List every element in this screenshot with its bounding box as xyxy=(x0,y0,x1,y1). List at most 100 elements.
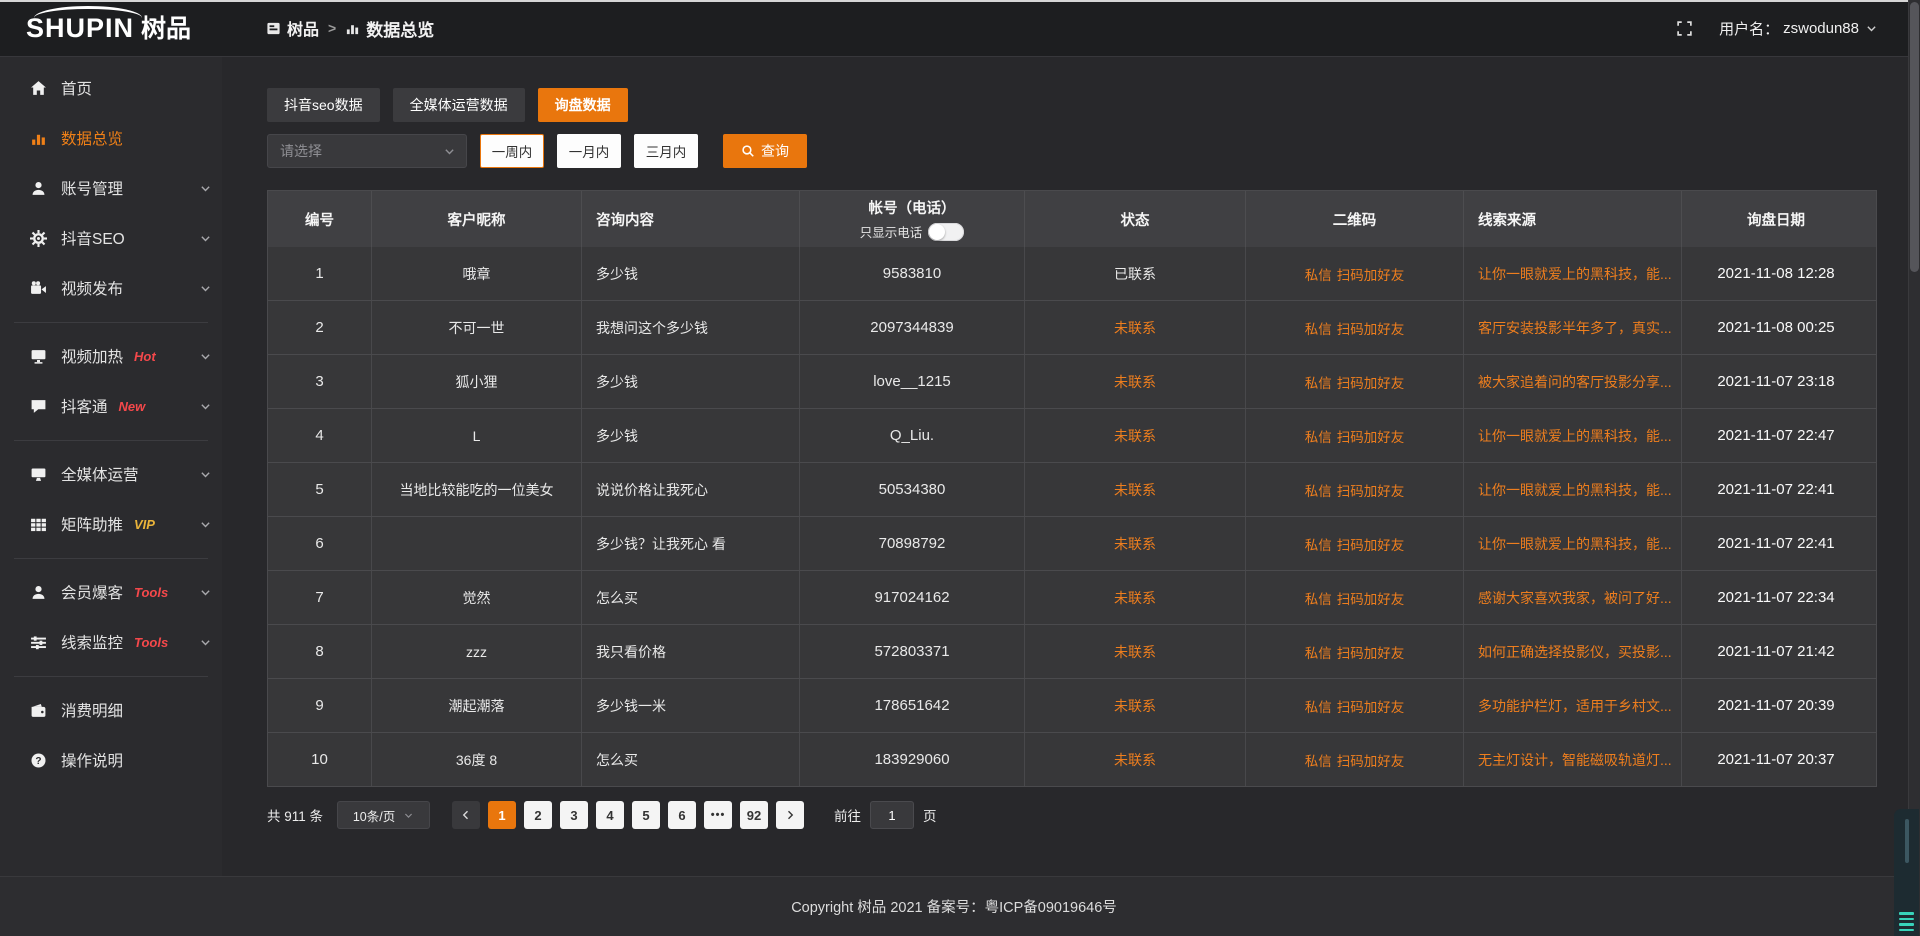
sidebar-item-label: 会员爆客 xyxy=(61,581,123,603)
private-message-link[interactable]: 私信 xyxy=(1305,588,1332,608)
page-scrollbar[interactable] xyxy=(1908,0,1920,936)
phone-only-toggle[interactable] xyxy=(928,223,964,241)
private-message-link[interactable]: 私信 xyxy=(1305,642,1332,662)
cell-status: 未联系 xyxy=(1025,355,1246,408)
scan-add-friend-link[interactable]: 扫码加好友 xyxy=(1337,264,1405,284)
page-button-6[interactable]: 6 xyxy=(668,801,696,829)
search-icon xyxy=(741,144,755,158)
select-placeholder: 请选择 xyxy=(280,141,443,161)
cell-nickname: 狐小狸 xyxy=(372,355,582,408)
next-page-button[interactable] xyxy=(776,801,804,829)
page-button-3[interactable]: 3 xyxy=(560,801,588,829)
lead-source-link[interactable]: 让你一眼就爱上的黑科技，能... xyxy=(1478,480,1672,500)
private-message-link[interactable]: 私信 xyxy=(1305,696,1332,716)
cell-no: 4 xyxy=(268,409,372,462)
scan-add-friend-link[interactable]: 扫码加好友 xyxy=(1337,642,1405,662)
widget-bars xyxy=(1899,912,1914,931)
private-message-link[interactable]: 私信 xyxy=(1305,480,1332,500)
page-button-4[interactable]: 4 xyxy=(596,801,624,829)
sidebar-item-抖音SEO[interactable]: 抖音SEO xyxy=(0,213,222,263)
scan-add-friend-link[interactable]: 扫码加好友 xyxy=(1337,534,1405,554)
page-button-92[interactable]: 92 xyxy=(740,801,768,829)
scan-add-friend-link[interactable]: 扫码加好友 xyxy=(1337,426,1405,446)
lead-source-link[interactable]: 无主灯设计，智能磁吸轨道灯... xyxy=(1478,750,1672,770)
page-button-1[interactable]: 1 xyxy=(488,801,516,829)
scan-add-friend-link[interactable]: 扫码加好友 xyxy=(1337,696,1405,716)
range-button-三月内[interactable]: 三月内 xyxy=(634,134,698,168)
lead-source-link[interactable]: 让你一眼就爱上的黑科技，能... xyxy=(1478,426,1672,446)
sidebar-item-label: 矩阵助推 xyxy=(61,513,123,535)
monitor-icon xyxy=(28,466,48,483)
range-button-一月内[interactable]: 一月内 xyxy=(557,134,621,168)
sidebar-item-全媒体运营[interactable]: 全媒体运营 xyxy=(0,449,222,499)
page-ellipsis[interactable]: ••• xyxy=(704,801,732,829)
lead-source-link[interactable]: 多功能护栏灯，适用于乡村文... xyxy=(1478,696,1672,716)
sidebar-item-视频发布[interactable]: 视频发布 xyxy=(0,263,222,313)
private-message-link[interactable]: 私信 xyxy=(1305,750,1332,770)
cell-account: 917024162 xyxy=(800,571,1025,624)
prev-page-button[interactable] xyxy=(452,801,480,829)
user-menu[interactable]: 用户名： zswodun88 xyxy=(1719,18,1878,39)
sidebar-item-账号管理[interactable]: 账号管理 xyxy=(0,163,222,213)
private-message-link[interactable]: 私信 xyxy=(1305,264,1332,284)
topbar-right: 用户名： zswodun88 xyxy=(1676,18,1908,39)
chevron-down-icon xyxy=(199,400,212,413)
sidebar-item-label: 线索监控 xyxy=(61,631,123,653)
sidebar-item-消费明细[interactable]: 消费明细 xyxy=(0,685,222,735)
sidebar-item-label: 操作说明 xyxy=(61,749,123,771)
sidebar: 首页数据总览账号管理抖音SEO视频发布视频加热Hot抖客通New全媒体运营矩阵助… xyxy=(0,57,222,936)
scan-add-friend-link[interactable]: 扫码加好友 xyxy=(1337,480,1405,500)
sidebar-item-首页[interactable]: 首页 xyxy=(0,63,222,113)
sidebar-divider xyxy=(14,322,208,323)
lead-source-link[interactable]: 如何正确选择投影仪，买投影... xyxy=(1478,642,1672,662)
cell-content: 多少钱一米 xyxy=(582,679,800,732)
sidebar-item-线索监控[interactable]: 线索监控Tools xyxy=(0,617,222,667)
total-count: 共 911 条 xyxy=(267,805,323,825)
tab-全媒体运营数据[interactable]: 全媒体运营数据 xyxy=(393,88,525,122)
sidebar-item-矩阵助推[interactable]: 矩阵助推VIP xyxy=(0,499,222,549)
breadcrumb-current[interactable]: 数据总览 xyxy=(345,16,434,41)
scan-add-friend-link[interactable]: 扫码加好友 xyxy=(1337,750,1405,770)
sidebar-item-视频加热[interactable]: 视频加热Hot xyxy=(0,331,222,381)
sidebar-item-会员爆客[interactable]: 会员爆客Tools xyxy=(0,567,222,617)
lead-source-link[interactable]: 客厅安装投影半年多了，真实... xyxy=(1478,318,1672,338)
lead-source-link[interactable]: 感谢大家喜欢我家，被问了好... xyxy=(1478,588,1672,608)
private-message-link[interactable]: 私信 xyxy=(1305,318,1332,338)
sidebar-divider xyxy=(14,558,208,559)
cell-status: 未联系 xyxy=(1025,625,1246,678)
lead-source-link[interactable]: 让你一眼就爱上的黑科技，能... xyxy=(1478,264,1672,284)
private-message-link[interactable]: 私信 xyxy=(1305,426,1332,446)
cell-qrcode: 私信扫码加好友 xyxy=(1246,301,1464,354)
fullscreen-icon[interactable] xyxy=(1676,20,1693,37)
chevron-left-icon xyxy=(460,809,472,821)
account-select[interactable]: 请选择 xyxy=(267,134,467,168)
range-button-一周内[interactable]: 一周内 xyxy=(480,134,544,168)
scan-add-friend-link[interactable]: 扫码加好友 xyxy=(1337,318,1405,338)
col-header-date: 询盘日期 xyxy=(1682,191,1870,247)
page-size-select[interactable]: 10条/页 xyxy=(337,801,430,829)
cell-date: 2021-11-07 22:34 xyxy=(1682,571,1870,624)
goto-page-input[interactable] xyxy=(870,801,914,829)
goto-unit: 页 xyxy=(923,805,937,825)
sidebar-item-数据总览[interactable]: 数据总览 xyxy=(0,113,222,163)
tab-询盘数据[interactable]: 询盘数据 xyxy=(538,88,628,122)
sidebar-item-抖客通[interactable]: 抖客通New xyxy=(0,381,222,431)
cell-date: 2021-11-07 23:18 xyxy=(1682,355,1870,408)
scan-add-friend-link[interactable]: 扫码加好友 xyxy=(1337,372,1405,392)
scan-add-friend-link[interactable]: 扫码加好友 xyxy=(1337,588,1405,608)
search-button[interactable]: 查询 xyxy=(723,134,807,168)
scrollbar-thumb[interactable] xyxy=(1910,2,1919,272)
private-message-link[interactable]: 私信 xyxy=(1305,534,1332,554)
chevron-down-icon xyxy=(443,145,456,158)
browser-extension-widget[interactable] xyxy=(1894,809,1919,936)
page-button-2[interactable]: 2 xyxy=(524,801,552,829)
breadcrumb-root[interactable]: 树品 xyxy=(266,16,319,40)
sidebar-item-label: 抖音SEO xyxy=(61,227,125,249)
lead-source-link[interactable]: 被大家追着问的客厅投影分享... xyxy=(1478,372,1672,392)
cell-qrcode: 私信扫码加好友 xyxy=(1246,625,1464,678)
private-message-link[interactable]: 私信 xyxy=(1305,372,1332,392)
page-button-5[interactable]: 5 xyxy=(632,801,660,829)
lead-source-link[interactable]: 让你一眼就爱上的黑科技，能... xyxy=(1478,534,1672,554)
tab-抖音seo数据[interactable]: 抖音seo数据 xyxy=(267,88,380,122)
sidebar-item-操作说明[interactable]: ?操作说明 xyxy=(0,735,222,785)
